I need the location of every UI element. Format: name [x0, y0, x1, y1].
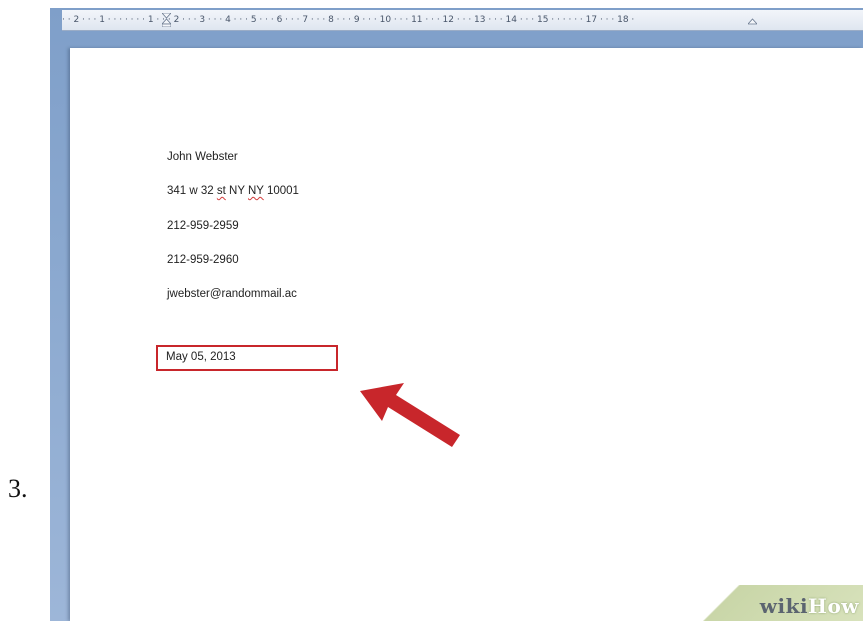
address-part: 10001	[263, 185, 299, 197]
watermark-how: How	[808, 594, 859, 618]
address-part: NY	[225, 185, 248, 197]
address-misspelled-word: st	[216, 185, 226, 197]
arrow-up-left-icon	[360, 383, 460, 447]
document-page[interactable]: John Webster 341 w 32 st NY NY 10001 212…	[70, 48, 863, 621]
word-processor-window: · · 2 · · · 1 · · · · · · · 1 · · · 2 · …	[50, 8, 863, 621]
horizontal-ruler[interactable]: · · 2 · · · 1 · · · · · · · 1 · · · 2 · …	[62, 10, 863, 31]
sender-fax: 212-959-2960	[167, 254, 239, 266]
left-indent-marker-icon[interactable]	[162, 13, 171, 27]
right-indent-marker-icon[interactable]	[748, 13, 757, 27]
sender-email: jwebster@randommail.ac	[167, 288, 297, 300]
ruler-ticks: · · 2 · · · 1 · · · · · · · 1 · · · 2 · …	[62, 15, 635, 25]
step-number: 3.	[8, 474, 28, 503]
date-highlight-box: May 05, 2013	[156, 345, 338, 371]
address-misspelled-word: NY	[248, 185, 264, 197]
sender-name: John Webster	[167, 151, 238, 163]
sender-phone: 212-959-2959	[167, 220, 239, 232]
watermark-logo: wikiHow	[760, 594, 859, 618]
wikihow-watermark: wikiHow	[703, 585, 863, 621]
letter-date: May 05, 2013	[166, 351, 236, 363]
address-part: 341 w 32	[167, 185, 217, 197]
watermark-wiki: wiki	[759, 594, 809, 618]
sender-address: 341 w 32 st NY NY 10001	[167, 185, 299, 197]
